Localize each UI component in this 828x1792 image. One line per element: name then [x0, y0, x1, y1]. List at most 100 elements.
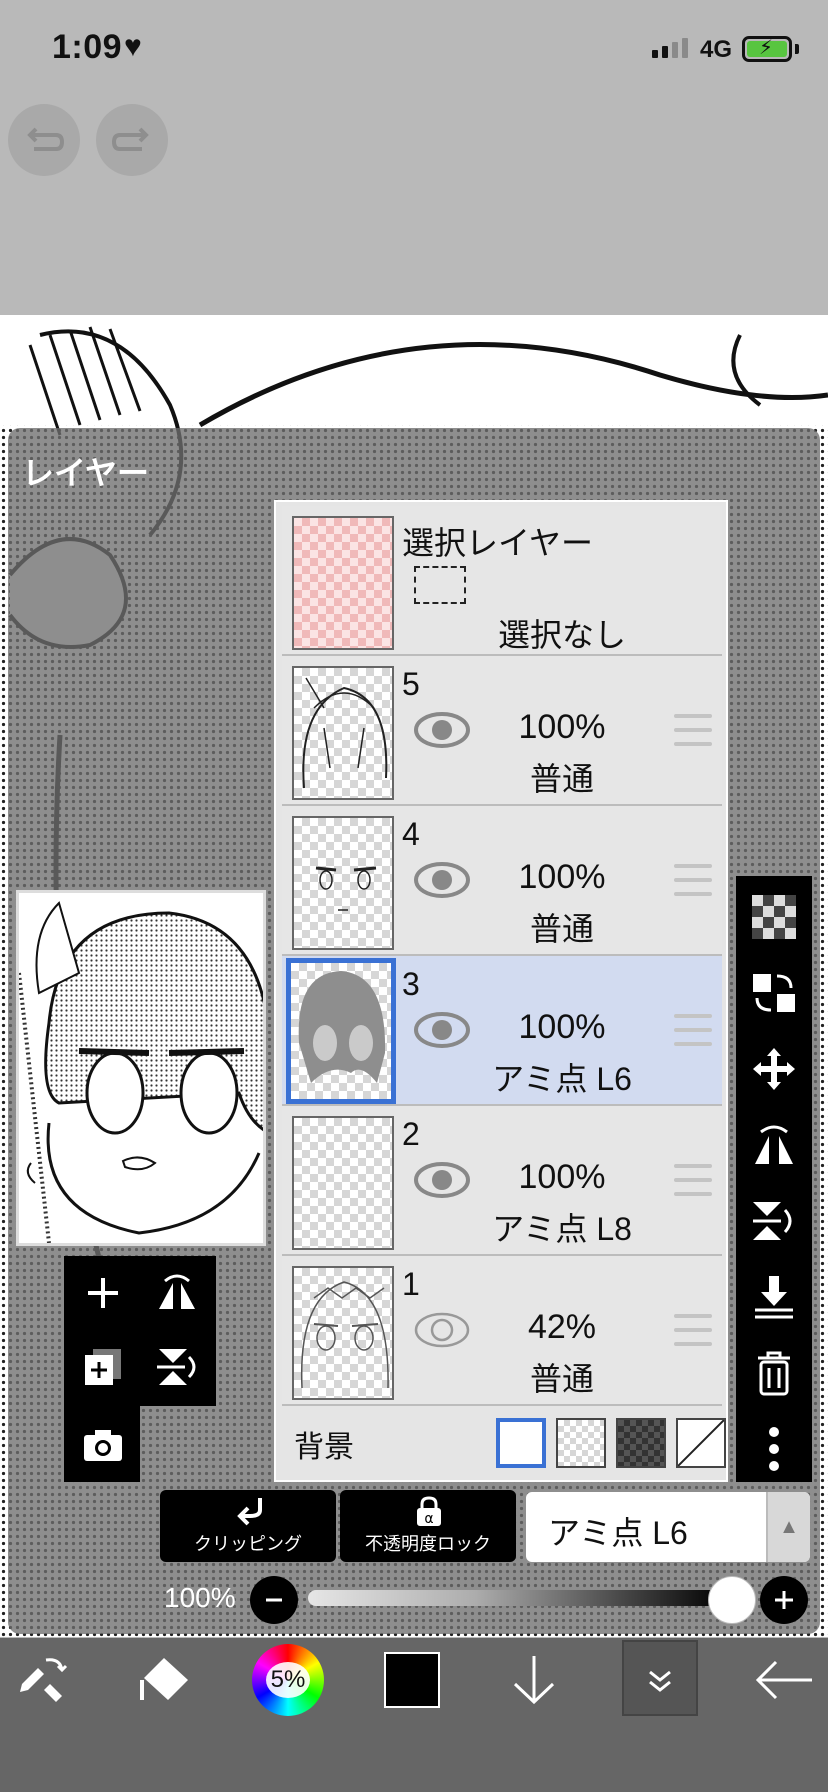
layer-down-button[interactable]: [506, 1640, 562, 1720]
layer-thumbnail: [292, 1116, 394, 1250]
layer-number: 2: [402, 1116, 420, 1152]
undo-button[interactable]: [8, 104, 80, 176]
eye-icon[interactable]: [412, 1158, 472, 1202]
layer-row-selected[interactable]: 3 100% アミ点 L6: [282, 956, 722, 1106]
background-white-option[interactable]: [496, 1418, 546, 1468]
status-time: 1:09: [52, 28, 123, 66]
flip-horizontal-icon: [159, 1274, 195, 1309]
swap-layer-button[interactable]: [736, 956, 812, 1030]
tool-switch-button[interactable]: [14, 1640, 74, 1720]
add-layer-button[interactable]: [68, 1258, 138, 1328]
opacity-lock-button[interactable]: α 不透明度ロック: [340, 1490, 516, 1562]
blend-mode-value: アミ点 L6: [548, 1515, 688, 1551]
layer-list: 選択レイヤー 選択なし 5 100% 普通 4 100% 普通 3 100% ア…: [274, 500, 728, 1482]
layer-opacity: 100%: [518, 708, 606, 746]
layer-number: 3: [402, 966, 420, 1002]
drag-handle-icon[interactable]: [674, 1314, 712, 1346]
layer-number: 5: [402, 666, 420, 702]
arrow-down-icon: [513, 1656, 555, 1705]
layer-number: 4: [402, 816, 420, 852]
back-button[interactable]: [752, 1640, 816, 1720]
layer-thumbnail: [292, 1266, 394, 1400]
redo-icon: [112, 127, 149, 151]
swap-icon: [753, 974, 795, 1012]
eye-off-icon[interactable]: [412, 1308, 472, 1352]
merge-down-icon: [755, 1276, 793, 1319]
layer-row[interactable]: 5 100% 普通: [282, 656, 722, 806]
checker-icon: [752, 895, 796, 939]
plus-icon: [88, 1278, 118, 1308]
layers-panel-toggle-button[interactable]: [622, 1640, 698, 1716]
network-label: 4G: [700, 36, 733, 63]
fill-tool-button[interactable]: [132, 1640, 196, 1720]
flip-vertical-button[interactable]: [142, 1332, 212, 1402]
chevron-down-double-icon: [649, 1670, 671, 1692]
arrow-left-icon: [755, 1660, 812, 1700]
camera-button[interactable]: [68, 1410, 138, 1480]
current-color-swatch[interactable]: [384, 1652, 440, 1708]
eye-icon[interactable]: [412, 858, 472, 902]
opacity-slider-thumb[interactable]: [708, 1576, 756, 1624]
eye-icon[interactable]: [412, 708, 472, 752]
layer-blend-mode: 普通: [529, 1361, 594, 1397]
blend-mode-select[interactable]: アミ点 L6 ▲: [526, 1492, 810, 1562]
opacity-decrease-button[interactable]: [250, 1576, 298, 1624]
clipping-button[interactable]: クリッピング: [160, 1490, 336, 1562]
more-options-button[interactable]: [736, 1412, 812, 1486]
status-bar: 1:09 ♥ 4G: [0, 0, 828, 96]
layer-row[interactable]: 2 100% アミ点 L8: [282, 1106, 722, 1256]
redo-button[interactable]: [96, 104, 168, 176]
signal-icon: [652, 38, 688, 58]
diamond-icon: [140, 1658, 188, 1700]
background-dark-option[interactable]: [616, 1418, 666, 1468]
triangle-up-icon[interactable]: ▲: [766, 1492, 810, 1562]
heart-icon: ♥: [124, 30, 142, 63]
layer-opacity: 100%: [518, 858, 606, 896]
duplicate-layer-button[interactable]: [68, 1332, 138, 1402]
no-background-icon: [677, 1419, 725, 1467]
opacity-slider-track[interactable]: [308, 1590, 726, 1606]
flip-vertical-icon: [753, 1202, 792, 1240]
undo-icon: [27, 127, 64, 151]
lock-alpha-icon: α: [417, 1496, 441, 1527]
background-transparent-option[interactable]: [556, 1418, 606, 1468]
merge-down-button[interactable]: [736, 1260, 812, 1334]
layer-blend-mode: 普通: [529, 761, 594, 797]
right-toolbar: [736, 876, 812, 1482]
selection-layer-row[interactable]: 選択レイヤー 選択なし: [282, 506, 722, 656]
svg-text:α: α: [424, 1511, 433, 1527]
drag-handle-icon[interactable]: [674, 1014, 712, 1046]
layer-number: 1: [402, 1266, 420, 1302]
selection-rect-icon: [414, 566, 466, 604]
opacity-increase-button[interactable]: [760, 1576, 808, 1624]
move-button[interactable]: [736, 1032, 812, 1106]
flip-vertical-icon: [157, 1349, 196, 1385]
flip-vertical-button-right[interactable]: [736, 1184, 812, 1258]
drag-handle-icon[interactable]: [674, 864, 712, 896]
delete-layer-button[interactable]: [736, 1336, 812, 1410]
brush-size-label: 5%: [266, 1662, 310, 1698]
camera-icon: [84, 1430, 122, 1461]
background-none-option[interactable]: [676, 1418, 726, 1468]
battery-icon: [742, 35, 792, 62]
flip-horizontal-button-right[interactable]: [736, 1108, 812, 1182]
drag-handle-icon[interactable]: [674, 1164, 712, 1196]
clipping-arrow-icon: [237, 1498, 262, 1526]
opacity-value: 100%: [164, 1582, 236, 1613]
background-label: 背景: [294, 1431, 354, 1464]
duplicate-icon: [85, 1349, 121, 1385]
layer-thumbnail: [292, 666, 394, 800]
more-vertical-icon: [769, 1427, 779, 1471]
selection-layer-title: 選択レイヤー: [402, 525, 594, 561]
layer-row[interactable]: 4 100% 普通: [282, 806, 722, 956]
flip-horizontal-button[interactable]: [142, 1258, 212, 1328]
trash-icon: [758, 1351, 790, 1396]
transparency-button[interactable]: [736, 880, 812, 954]
layer-row[interactable]: 1 42% 普通: [282, 1256, 722, 1406]
eye-icon[interactable]: [412, 1008, 472, 1052]
drag-handle-icon[interactable]: [674, 714, 712, 746]
panel-title: レイヤー: [22, 455, 150, 491]
color-wheel-button[interactable]: 5%: [252, 1644, 324, 1716]
canvas-preview[interactable]: [16, 890, 266, 1246]
opacity-lock-label: 不透明度ロック: [365, 1534, 491, 1554]
